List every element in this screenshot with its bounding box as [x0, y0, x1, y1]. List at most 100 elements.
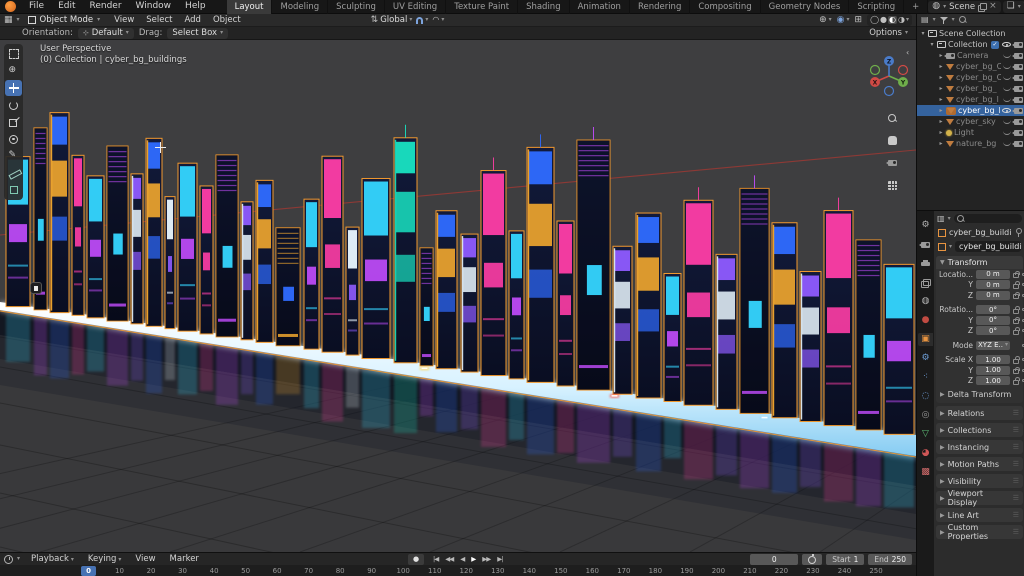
- building[interactable]: [394, 125, 417, 363]
- transform-tool[interactable]: [5, 131, 22, 147]
- menu-edit[interactable]: Edit: [51, 1, 82, 11]
- pin-icon[interactable]: [1015, 228, 1021, 237]
- properties-tab-particles[interactable]: ⁖: [918, 371, 933, 384]
- properties-tab-constraints[interactable]: ◎: [918, 409, 933, 422]
- transform-value-field[interactable]: XYZ E..▾: [976, 341, 1010, 350]
- shading-solid-icon[interactable]: ●: [880, 16, 887, 24]
- building[interactable]: [461, 234, 478, 372]
- jump-start-button[interactable]: |◀: [430, 554, 441, 564]
- editor-type-icon[interactable]: ▤: [921, 16, 929, 24]
- shading-wireframe-icon[interactable]: ◯: [870, 16, 879, 24]
- outliner-row[interactable]: ▸cyber_bg_: [917, 83, 1024, 94]
- timeline-menu-keying[interactable]: Keying ▾: [81, 553, 128, 566]
- disclosure-arrow[interactable]: ▸: [938, 107, 944, 114]
- menu-window[interactable]: Window: [129, 1, 179, 11]
- viewport-menu-select[interactable]: Select: [140, 15, 178, 25]
- building[interactable]: [165, 197, 175, 329]
- gizmo-neg-y-axis[interactable]: [871, 66, 880, 75]
- menu-render[interactable]: Render: [83, 1, 129, 11]
- shading-material-icon[interactable]: ◐: [888, 16, 897, 24]
- outliner-row[interactable]: ▸Light: [917, 127, 1024, 138]
- building[interactable]: [131, 174, 143, 324]
- tab-uv-editing[interactable]: UV Editing: [385, 0, 446, 14]
- transform-value-field[interactable]: 0°: [976, 316, 1010, 325]
- building[interactable]: [884, 264, 914, 434]
- building[interactable]: [509, 231, 524, 379]
- hide-eye-icon[interactable]: [1003, 120, 1011, 124]
- select-box-tool[interactable]: [5, 46, 22, 62]
- exclude-checkbox[interactable]: ✓: [991, 41, 999, 49]
- options-dropdown[interactable]: Options ▾: [869, 28, 908, 38]
- properties-tab-render[interactable]: [918, 238, 933, 251]
- hide-eye-icon[interactable]: [1003, 76, 1011, 80]
- add-cube-tool[interactable]: [5, 182, 22, 198]
- disclosure-arrow[interactable]: ▸: [938, 85, 944, 92]
- lock-icon[interactable]: [1013, 369, 1019, 374]
- tab-geometry-nodes[interactable]: Geometry Nodes: [761, 0, 850, 14]
- lock-icon[interactable]: [1013, 319, 1019, 324]
- disable-render-icon[interactable]: [1014, 75, 1023, 81]
- disclosure-arrow[interactable]: ▾: [920, 30, 926, 37]
- building[interactable]: [577, 127, 610, 390]
- properties-tab-texture[interactable]: ▩: [918, 466, 933, 479]
- outliner-row[interactable]: ▸cyber_bg_C: [917, 72, 1024, 83]
- viewport-menu-object[interactable]: Object: [207, 15, 247, 25]
- building[interactable]: [420, 248, 433, 366]
- properties-tab-material[interactable]: ◕: [918, 447, 933, 460]
- outliner-row[interactable]: ▸nature_bg: [917, 138, 1024, 149]
- building[interactable]: [824, 198, 853, 426]
- menu-help[interactable]: Help: [178, 1, 213, 11]
- building[interactable]: [613, 246, 632, 394]
- gizmo-neg-z-axis[interactable]: [885, 87, 894, 96]
- proportional-editing[interactable]: ◠ ▾: [432, 16, 444, 24]
- building[interactable]: [664, 274, 681, 402]
- grid-ortho-icon[interactable]: [884, 177, 900, 193]
- xray-toggle[interactable]: ⊞: [855, 16, 863, 25]
- annotate-tool[interactable]: [5, 148, 22, 164]
- outliner-row[interactable]: ▾Collection✓: [917, 39, 1024, 50]
- transform-value-field[interactable]: 1.00: [976, 355, 1010, 364]
- unlink-scene-icon[interactable]: ×: [989, 2, 997, 11]
- disclosure-arrow[interactable]: ▸: [938, 129, 944, 136]
- building[interactable]: [800, 272, 821, 422]
- section-collections[interactable]: ▶Collections☰: [936, 423, 1023, 437]
- building[interactable]: [72, 155, 84, 315]
- view-layer-selector[interactable]: ❏▾ ViewLayer ×: [1003, 1, 1024, 13]
- snapping-toggle[interactable]: ▾: [416, 17, 428, 24]
- section-custom-properties[interactable]: ▶Custom Properties☰: [936, 525, 1023, 539]
- lock-icon[interactable]: [1013, 359, 1019, 364]
- viewport-menu-view[interactable]: View: [108, 15, 140, 25]
- building[interactable]: [322, 156, 343, 352]
- lock-icon[interactable]: [1013, 273, 1019, 278]
- light-object-gizmo[interactable]: [30, 282, 42, 294]
- building[interactable]: [200, 186, 213, 334]
- building[interactable]: [740, 175, 769, 413]
- building[interactable]: [304, 199, 319, 349]
- sidebar-toggle[interactable]: ‹: [906, 48, 909, 57]
- pan-hand-icon[interactable]: [884, 132, 900, 148]
- drag-setting-dropdown[interactable]: Select Box ▾: [167, 28, 228, 39]
- timeline-menu-marker[interactable]: Marker: [163, 553, 206, 566]
- building[interactable]: [346, 227, 359, 355]
- building[interactable]: [362, 179, 390, 359]
- properties-tab-physics[interactable]: ◌: [918, 390, 933, 403]
- rotate-tool[interactable]: [5, 97, 22, 113]
- current-frame-field[interactable]: 0: [750, 554, 798, 565]
- disable-render-icon[interactable]: [1014, 53, 1023, 59]
- scale-tool[interactable]: [5, 114, 22, 130]
- transform-value-field[interactable]: 0 m: [976, 270, 1010, 279]
- disable-render-icon[interactable]: [1014, 64, 1023, 70]
- disable-render-icon[interactable]: [1014, 86, 1023, 92]
- properties-tab-scene[interactable]: ◍: [918, 295, 933, 308]
- building[interactable]: [772, 223, 797, 418]
- tab-layout[interactable]: Layout: [227, 0, 273, 14]
- disable-render-icon[interactable]: [1014, 108, 1023, 114]
- blender-logo-icon[interactable]: [5, 1, 16, 12]
- outliner-row[interactable]: ▾Scene Collection: [917, 28, 1024, 39]
- use-preview-range-button[interactable]: [802, 554, 822, 565]
- lock-icon[interactable]: [1013, 309, 1019, 314]
- building[interactable]: [241, 202, 253, 340]
- outliner-row[interactable]: ▸cyber_sky: [917, 116, 1024, 127]
- viewport-menu-add[interactable]: Add: [179, 15, 207, 25]
- outliner-row[interactable]: ▸cyber_bg_l: [917, 94, 1024, 105]
